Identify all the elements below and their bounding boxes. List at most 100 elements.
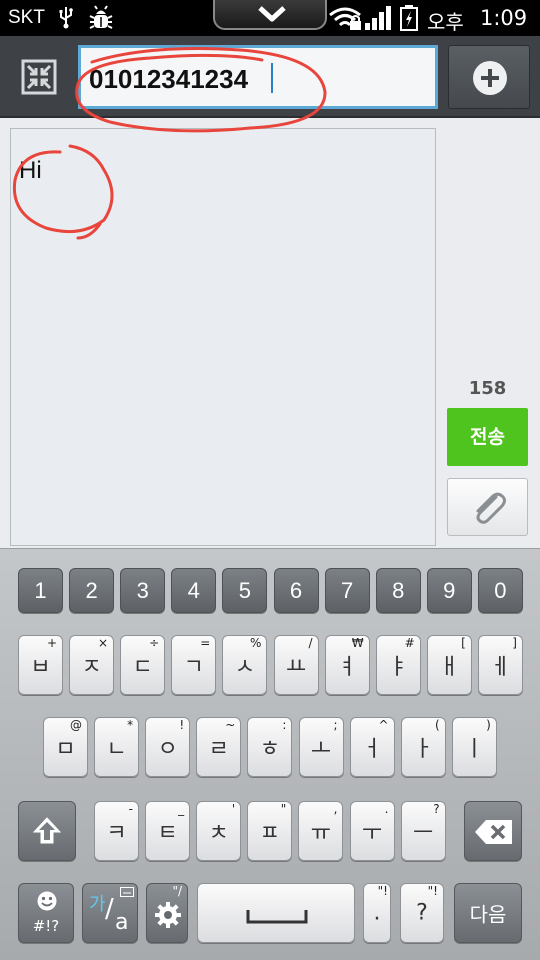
key-row2-7[interactable]: ㅏ( [400, 717, 446, 777]
key-number-2-label: 2 [85, 577, 98, 603]
key-row3-5[interactable]: ㅜ. [349, 801, 395, 861]
notification-pull-tab[interactable] [213, 0, 327, 30]
key-row1-9-secondary-label: ] [512, 636, 517, 650]
key-row2-1[interactable]: ㄴ * [94, 717, 140, 777]
character-counter: 158 [468, 378, 507, 399]
key-row3-4-label: ㅠ [310, 821, 332, 846]
question-secondary-label: "! [427, 884, 438, 898]
key-row2-5[interactable]: ㅗ; [298, 717, 344, 777]
settings-key[interactable]: "/ [146, 883, 188, 943]
key-row3-0[interactable]: ㅋ- [94, 801, 139, 861]
key-row2-6[interactable]: ㅓ ^ [349, 717, 395, 777]
key-row3-3[interactable]: ㅍ " [247, 801, 293, 861]
add-recipient-button[interactable] [448, 45, 530, 109]
key-row3-1[interactable]: ㅌ _ [145, 801, 191, 861]
key-row1-9[interactable]: ㅔ] [477, 635, 523, 695]
key-number-7[interactable]: 7 [324, 568, 370, 613]
key-row1-4[interactable]: ㅅ% [222, 635, 268, 695]
attach-button[interactable] [447, 478, 528, 536]
key-row1-0-secondary-label: + [46, 636, 57, 650]
key-number-1-label: 1 [34, 577, 47, 603]
key-row2-5-secondary-label: ; [333, 718, 338, 732]
recipient-input[interactable]: 01012341234 [78, 45, 438, 109]
key-number-9[interactable]: 9 [426, 568, 472, 613]
question-label: ? [416, 900, 428, 926]
key-number-6[interactable]: 6 [273, 568, 319, 613]
period-key[interactable]: . "! [363, 883, 391, 943]
key-row2-6-label: ㅓ [361, 737, 383, 762]
key-number-0[interactable]: 0 [477, 568, 523, 613]
key-row1-2-label: ㄷ [132, 655, 153, 680]
backspace-icon [475, 820, 512, 844]
question-key[interactable]: ? "! [400, 883, 444, 943]
key-row2-4[interactable]: ㅎ: [247, 717, 293, 777]
compose-area: Hi 158 전송 [0, 118, 540, 548]
key-number-2[interactable]: 2 [69, 568, 115, 613]
send-button[interactable]: 전송 [447, 408, 528, 466]
key-number-9-label: 9 [443, 577, 456, 603]
usb-icon [59, 7, 73, 29]
key-row2-8[interactable]: ㅣ) [451, 717, 497, 777]
key-row1-1-label: ㅈ [81, 655, 102, 680]
key-row1-4-label: ㅅ [234, 655, 256, 680]
key-number-5[interactable]: 5 [222, 568, 268, 613]
key-row3-3-secondary-label: " [280, 802, 287, 816]
signal-bars-icon [365, 6, 391, 30]
key-row2-0-label: ㅁ [55, 737, 76, 762]
compose-header: 01012341234 [0, 36, 540, 118]
key-row3-0-secondary-label: - [128, 802, 133, 816]
symbols-key[interactable]: #!? [18, 883, 74, 943]
key-row2-3[interactable]: ㄹ ~ [196, 717, 242, 777]
space-key[interactable] [197, 883, 355, 943]
symbols-label: #!? [32, 917, 60, 935]
key-row1-5[interactable]: ㅛ / [273, 635, 319, 695]
key-row3-2-secondary-label: ' [231, 802, 236, 816]
key-row1-5-label: ㅛ [285, 655, 307, 680]
text-cursor [271, 63, 273, 93]
key-row1-3[interactable]: ㄱ = [171, 635, 217, 695]
key-row1-1[interactable]: ㅈ × [69, 635, 115, 695]
key-row2-3-secondary-label: ~ [225, 718, 236, 732]
key-number-4-label: 4 [187, 577, 200, 603]
key-number-8[interactable]: 8 [375, 568, 421, 613]
key-row3-6-label: ㅡ [412, 821, 434, 846]
key-row2-2-label: ㅇ [157, 737, 178, 762]
key-row1-2[interactable]: ㄷ ÷ [120, 635, 166, 695]
key-row3-1-secondary-label: _ [178, 802, 185, 816]
key-number-3[interactable]: 3 [120, 568, 166, 613]
key-row3-0-label: ㅋ [106, 821, 127, 846]
key-row3-5-secondary-label: . [384, 802, 389, 816]
message-input[interactable]: Hi [10, 128, 436, 546]
next-key[interactable]: 다음 [454, 883, 522, 943]
plus-circle-icon [473, 61, 507, 95]
key-row1-6-secondary-label: ₩ [351, 636, 364, 650]
key-row2-2[interactable]: ㅇ! [145, 717, 191, 777]
key-row1-5-secondary-label: / [308, 636, 313, 650]
period-label: . [373, 900, 381, 926]
key-row1-9-label: ㅔ [490, 655, 511, 680]
key-row1-3-label: ㄱ [183, 655, 204, 680]
language-switch-key[interactable]: 가 / a [82, 883, 138, 943]
key-row3-2[interactable]: ㅊ ' [196, 801, 242, 861]
key-row1-0[interactable]: ㅂ + [18, 635, 63, 695]
debug-bug-icon [89, 5, 113, 29]
key-number-1[interactable]: 1 [18, 568, 63, 613]
key-row3-6[interactable]: ㅡ? [400, 801, 446, 861]
key-row2-8-secondary-label: ) [486, 718, 491, 732]
key-row2-0[interactable]: ㅁ @ [43, 717, 88, 777]
lang-label-korean: 가 [89, 894, 106, 915]
key-number-4[interactable]: 4 [171, 568, 217, 613]
key-row1-1-secondary-label: × [98, 636, 109, 650]
key-row1-8-label: ㅐ [439, 655, 460, 680]
collapse-arrows-icon[interactable] [10, 46, 68, 108]
key-row3-4[interactable]: ㅠ, [298, 801, 344, 861]
backspace-key[interactable] [464, 801, 522, 861]
key-row1-6[interactable]: ㅕ ₩ [324, 635, 370, 695]
key-number-7-label: 7 [340, 577, 354, 603]
key-row3-3-label: ㅍ [259, 821, 280, 846]
key-row1-7[interactable]: ㅑ # [375, 635, 421, 695]
key-row1-8[interactable]: ㅐ[ [426, 635, 472, 695]
key-row1-3-secondary-label: = [200, 636, 211, 650]
shift-key[interactable] [18, 801, 76, 861]
smiley-icon [37, 891, 57, 911]
